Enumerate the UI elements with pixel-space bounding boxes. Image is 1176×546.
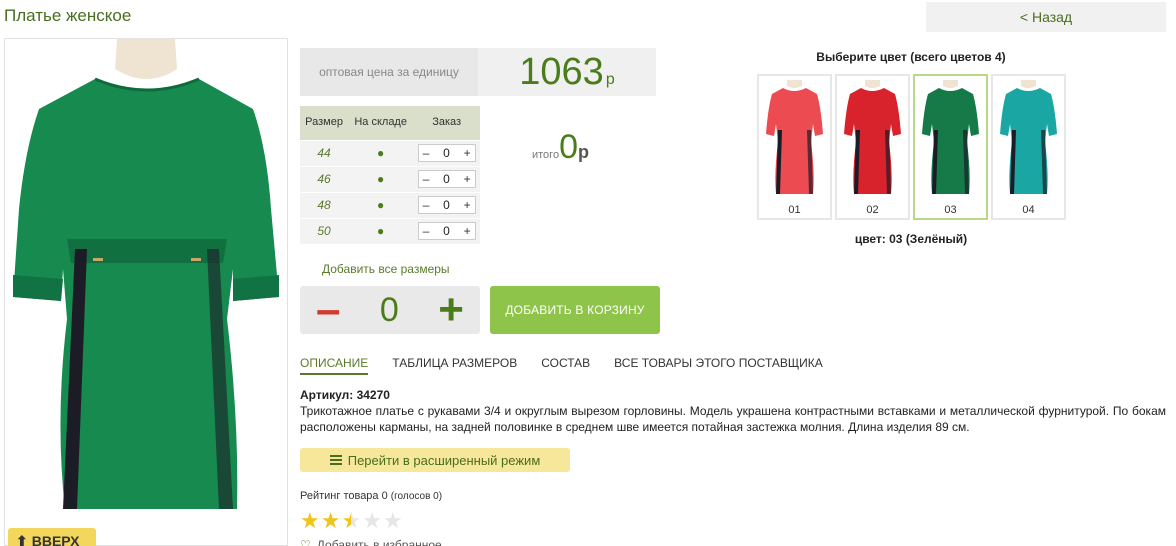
order-cell: –0 + bbox=[413, 139, 480, 166]
rating-votes: (голосов 0) bbox=[390, 491, 443, 502]
size-plus-button[interactable]: + bbox=[464, 145, 471, 161]
size-qty-stepper: –0 + bbox=[417, 144, 476, 162]
order-cell: –0 + bbox=[413, 165, 480, 192]
order-cell: –0 + bbox=[413, 217, 480, 244]
color-swatch-02[interactable]: 02 bbox=[835, 74, 910, 220]
favorite-label: Добавить в избранное bbox=[316, 538, 442, 546]
swatch-number: 01 bbox=[788, 204, 801, 216]
total-value: 0 bbox=[559, 128, 578, 166]
color-swatch-04[interactable]: 04 bbox=[991, 74, 1066, 220]
extended-mode-button[interactable]: Перейти в расширенный режим bbox=[300, 448, 570, 472]
size-qty-stepper: –0 + bbox=[417, 170, 476, 188]
tab-description[interactable]: ОПИСАНИЕ bbox=[300, 356, 369, 375]
order-total: итого 0 р bbox=[532, 130, 589, 164]
product-tabs: ОПИСАНИЕ ТАБЛИЦА РАЗМЕРОВ СОСТАВ ВСЕ ТОВ… bbox=[300, 356, 847, 375]
price-value: 1063 bbox=[519, 50, 604, 93]
size-row: 44 ● –0 + bbox=[300, 139, 480, 166]
rating-stars[interactable]: ★ ★ ★ ★ ★ bbox=[300, 510, 404, 532]
tab-size-chart[interactable]: ТАБЛИЦА РАЗМЕРОВ bbox=[392, 356, 517, 375]
in-stock-indicator: ● bbox=[348, 217, 414, 244]
size-header: Размер bbox=[300, 106, 349, 140]
size-value: 46 bbox=[300, 165, 349, 192]
order-header: Заказ bbox=[413, 106, 480, 140]
back-button[interactable]: < Назад bbox=[926, 2, 1166, 32]
star-icon[interactable]: ★ bbox=[321, 510, 341, 532]
quantity-minus-button[interactable]: – bbox=[316, 288, 340, 332]
total-currency: р bbox=[578, 142, 589, 162]
size-qty-stepper: –0 + bbox=[417, 196, 476, 214]
size-minus-button[interactable]: – bbox=[423, 223, 430, 239]
selected-color-label: цвет: 03 (Зелёный) bbox=[854, 232, 968, 246]
quantity-value[interactable]: 0 bbox=[380, 291, 399, 330]
size-value: 48 bbox=[300, 191, 349, 218]
swatch-number: 02 bbox=[866, 204, 879, 216]
add-to-favorites[interactable]: ♡ Добавить в избранное bbox=[300, 538, 442, 546]
heart-icon: ♡ bbox=[300, 538, 311, 546]
rating-text: Рейтинг товара 0 bbox=[300, 490, 388, 502]
swatch-number: 03 bbox=[944, 204, 957, 216]
size-row: 46 ● –0 + bbox=[300, 165, 480, 192]
colors-title: Выберите цвет (всего цветов 4) bbox=[816, 50, 1006, 64]
quantity-stepper: – 0 + bbox=[300, 286, 480, 334]
star-icon[interactable]: ★ bbox=[383, 510, 403, 532]
in-stock-indicator: ● bbox=[348, 191, 414, 218]
extended-mode-label: Перейти в расширенный режим bbox=[347, 452, 541, 468]
star-icon[interactable]: ★ bbox=[341, 510, 361, 532]
size-qty-value[interactable]: 0 bbox=[443, 223, 450, 239]
size-plus-button[interactable]: + bbox=[464, 197, 471, 213]
price-box: оптовая цена за единицу 1063 р bbox=[300, 48, 656, 96]
tab-supplier-products[interactable]: ВСЕ ТОВАРЫ ЭТОГО ПОСТАВЩИКА bbox=[614, 356, 823, 375]
add-to-cart-button[interactable]: ДОБАВИТЬ В КОРЗИНУ bbox=[490, 286, 660, 334]
scroll-up-button[interactable]: ⬆ ВВЕРХ bbox=[8, 528, 96, 546]
swatch-dress-image bbox=[922, 80, 979, 194]
product-rating: Рейтинг товара 0 (голосов 0) bbox=[300, 490, 442, 502]
size-plus-button[interactable]: + bbox=[464, 171, 471, 187]
size-minus-button[interactable]: – bbox=[423, 171, 430, 187]
color-swatch-01[interactable]: 01 bbox=[757, 74, 832, 220]
total-label: итого bbox=[532, 149, 560, 161]
price-value-wrap: 1063 р bbox=[478, 48, 656, 96]
color-swatches: 01 02 03 04 bbox=[757, 74, 1069, 220]
color-swatch-03[interactable]: 03 bbox=[913, 74, 988, 220]
in-stock-indicator: ● bbox=[348, 139, 414, 166]
swatch-number: 04 bbox=[1022, 204, 1035, 216]
order-cell: –0 + bbox=[413, 191, 480, 218]
tab-composition[interactable]: СОСТАВ bbox=[541, 356, 590, 375]
scroll-up-label: ВВЕРХ bbox=[31, 533, 80, 546]
dress-image bbox=[13, 39, 279, 509]
size-table: Размер На складе Заказ 44 ● –0 +46 ● –0 +48 ● –0… bbox=[300, 106, 480, 244]
in-stock-indicator: ● bbox=[348, 165, 414, 192]
size-value: 44 bbox=[300, 139, 349, 166]
list-icon bbox=[329, 455, 342, 465]
swatch-dress-image bbox=[844, 80, 901, 194]
price-currency: р bbox=[605, 71, 615, 88]
star-icon[interactable]: ★ bbox=[300, 510, 320, 532]
size-qty-value[interactable]: 0 bbox=[443, 197, 450, 213]
star-icon[interactable]: ★ bbox=[362, 510, 382, 532]
add-all-sizes-link[interactable]: Добавить все размеры bbox=[322, 262, 450, 276]
quantity-plus-button[interactable]: + bbox=[438, 288, 464, 332]
page-title: Платье женское bbox=[4, 6, 132, 25]
product-sku: Артикул: 34270 bbox=[300, 388, 390, 402]
size-value: 50 bbox=[300, 217, 349, 244]
product-photo[interactable] bbox=[4, 38, 288, 546]
size-row: 50 ● –0 + bbox=[300, 217, 480, 244]
price-label: оптовая цена за единицу bbox=[300, 48, 478, 96]
size-plus-button[interactable]: + bbox=[464, 223, 471, 239]
swatch-dress-image bbox=[766, 80, 823, 194]
size-qty-stepper: –0 + bbox=[417, 222, 476, 241]
arrow-up-icon: ⬆ bbox=[16, 532, 28, 546]
size-row: 48 ● –0 + bbox=[300, 191, 480, 218]
product-description: Трикотажное платье с рукавами 3/4 и окру… bbox=[300, 404, 1166, 434]
size-qty-value[interactable]: 0 bbox=[443, 145, 450, 161]
size-minus-button[interactable]: – bbox=[423, 197, 430, 213]
size-minus-button[interactable]: – bbox=[423, 145, 430, 161]
swatch-dress-image bbox=[1000, 80, 1057, 194]
size-qty-value[interactable]: 0 bbox=[443, 171, 450, 187]
stock-header: На складе bbox=[348, 106, 414, 140]
